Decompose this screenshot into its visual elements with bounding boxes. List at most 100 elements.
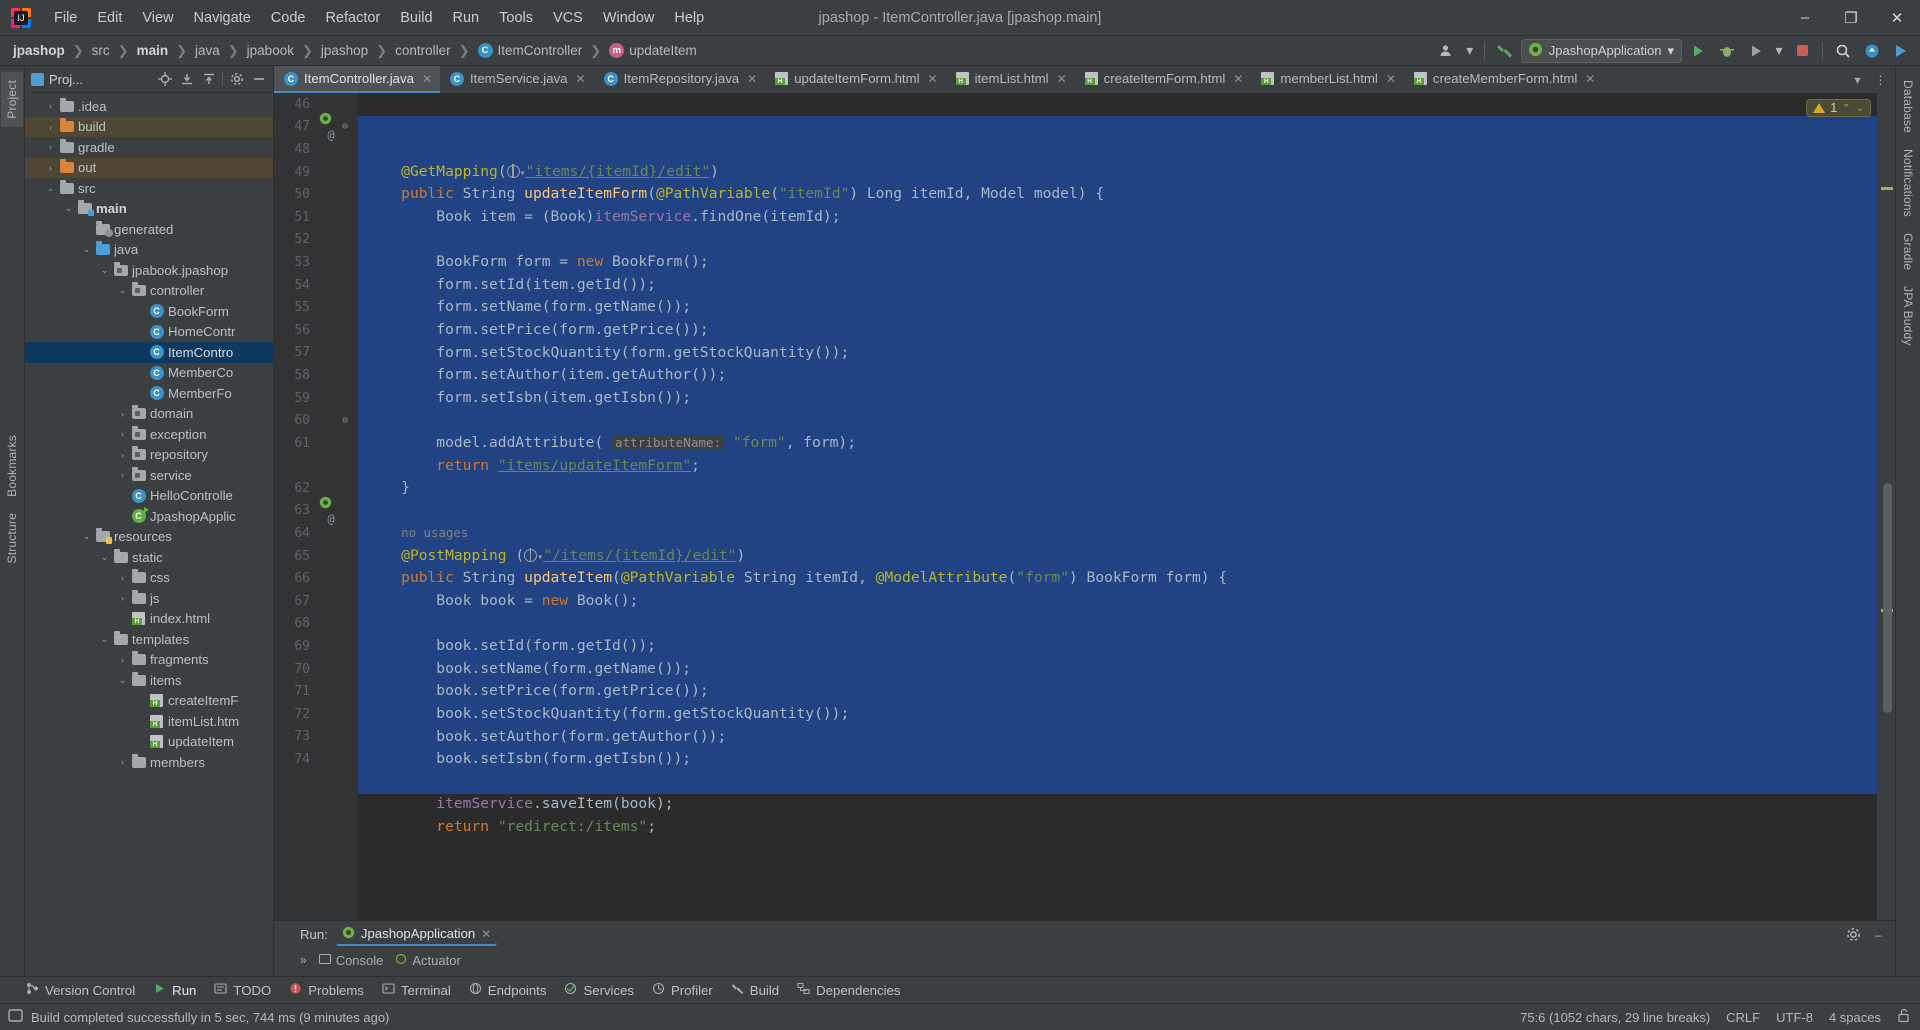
run-subtab-actuator[interactable]: Actuator — [395, 953, 461, 968]
menu-help[interactable]: Help — [664, 6, 714, 30]
expand-all-icon[interactable] — [198, 69, 219, 90]
code-line[interactable]: @PostMapping (▾"/items/{itemId}/edit") — [366, 545, 1877, 568]
chevron-right-icon[interactable]: › — [115, 409, 130, 419]
menu-view[interactable]: View — [132, 6, 183, 30]
chevron-right-icon[interactable]: › — [133, 368, 148, 378]
locate-icon[interactable] — [154, 69, 175, 90]
code-line[interactable] — [366, 409, 1877, 432]
maximize-button[interactable]: ❐ — [1828, 0, 1874, 36]
tree-node[interactable]: › itemList.htm — [25, 711, 273, 732]
gutter-line[interactable]: 66 — [274, 567, 358, 590]
code-line[interactable]: book.setPrice(form.getPrice()); — [366, 680, 1877, 703]
gutter-line[interactable]: 71 — [274, 680, 358, 703]
code-line[interactable] — [366, 229, 1877, 252]
code-line[interactable]: form.setAuthor(item.getAuthor()); — [366, 364, 1877, 387]
tool-rail-database[interactable]: Database — [1897, 72, 1919, 141]
tool-window-profiler[interactable]: Profiler — [652, 982, 713, 998]
close-tab-icon[interactable]: ✕ — [422, 72, 432, 86]
gutter-line[interactable]: 57 — [274, 342, 358, 365]
breadcrumb-item-itemcontroller[interactable]: C ItemController — [475, 41, 586, 60]
chevron-down-icon[interactable]: ▾ — [1463, 39, 1477, 63]
tree-node[interactable]: › service — [25, 465, 273, 486]
project-tree[interactable]: ›.idea›build›gradle›out⌄src⌄main›generat… — [25, 93, 273, 976]
tool-window-todo[interactable]: TODO — [214, 982, 271, 998]
close-tab-icon[interactable]: ✕ — [576, 72, 586, 86]
debug-icon[interactable] — [1714, 39, 1740, 63]
tree-node[interactable]: › exception — [25, 424, 273, 445]
chevron-right-icon[interactable]: › — [115, 429, 130, 439]
tree-node[interactable]: ⌄ jpabook.jpashop — [25, 260, 273, 281]
breadcrumb-item-controller[interactable]: controller — [392, 41, 454, 60]
chevron-right-icon[interactable]: › — [115, 491, 130, 501]
gutter-line[interactable]: 56 — [274, 319, 358, 342]
chevron-down-icon[interactable]: ⌄ — [97, 552, 112, 563]
gutter-line[interactable]: 70 — [274, 658, 358, 681]
tool-window-version-control[interactable]: Version Control — [26, 982, 135, 998]
chevron-up-icon[interactable]: ⌃ — [1842, 103, 1850, 114]
editor-scrollbar[interactable] — [1883, 483, 1892, 713]
hide-panel-icon[interactable]: – — [1868, 924, 1889, 945]
close-tab-icon[interactable]: ✕ — [1057, 72, 1067, 86]
tree-node[interactable]: ›CJpashopApplic — [25, 506, 273, 527]
chevron-right-icon[interactable]: › — [115, 573, 130, 583]
code-content[interactable]: @GetMapping(▾"items/{itemId}/edit") publ… — [358, 93, 1877, 920]
tree-node[interactable]: › .idea — [25, 96, 273, 117]
chevron-down-icon[interactable]: ⌄ — [97, 634, 112, 645]
unlock-icon[interactable] — [1897, 1008, 1910, 1026]
warning-marker[interactable] — [1881, 187, 1893, 190]
code-line[interactable] — [366, 771, 1877, 794]
breadcrumb-item-src[interactable]: src — [89, 41, 113, 60]
chevron-down-icon[interactable]: ⌄ — [79, 244, 94, 255]
code-line[interactable]: BookForm form = new BookForm(); — [366, 251, 1877, 274]
tool-window-dependencies[interactable]: Dependencies — [797, 982, 900, 998]
chevron-down-icon[interactable]: ⌄ — [79, 531, 94, 542]
code-line[interactable]: form.setId(item.getId()); — [366, 274, 1877, 297]
annotation-gutter-icon[interactable]: @ — [327, 512, 334, 526]
run-with-coverage-icon[interactable] — [1743, 39, 1769, 63]
close-icon[interactable]: ✕ — [481, 927, 491, 941]
chevron-down-icon[interactable]: ⌄ — [115, 675, 130, 686]
inspection-widget[interactable]: 1 ⌃ ⌄ — [1806, 99, 1871, 117]
memory-indicator[interactable] — [8, 1008, 23, 1026]
gutter-line[interactable]: 55 — [274, 296, 358, 319]
code-line[interactable]: book.setAuthor(form.getAuthor()); — [366, 726, 1877, 749]
chevron-right-icon[interactable]: › — [115, 470, 130, 480]
gutter-line[interactable]: 47 @ ⊖ — [274, 112, 358, 142]
tool-window-build[interactable]: Build — [731, 982, 779, 998]
tree-node[interactable]: › build — [25, 116, 273, 137]
breadcrumb-item-jpabook[interactable]: jpabook — [244, 41, 297, 60]
gutter-line[interactable]: 54 — [274, 274, 358, 297]
search-icon[interactable] — [1830, 39, 1856, 63]
chevron-down-icon[interactable]: ⌄ — [43, 183, 58, 194]
menu-code[interactable]: Code — [261, 6, 316, 30]
chevron-right-icon[interactable]: › — [115, 655, 130, 665]
gutter-line[interactable]: 63 @ — [274, 496, 358, 526]
chevron-right-icon[interactable]: › — [133, 327, 148, 337]
code-line[interactable] — [366, 613, 1877, 636]
tool-rail-gradle[interactable]: Gradle — [1897, 225, 1919, 278]
build-hammer-icon[interactable] — [1492, 39, 1518, 63]
chevron-right-icon[interactable]: › — [115, 593, 130, 603]
annotation-gutter-icon[interactable]: @ — [327, 128, 334, 142]
run-configuration-selector[interactable]: JpashopApplication ▾ — [1520, 38, 1682, 63]
tree-node[interactable]: ⌄ main — [25, 199, 273, 220]
tree-node[interactable]: › updateItem — [25, 732, 273, 753]
tree-node[interactable]: › repository — [25, 445, 273, 466]
chevron-right-icon[interactable]: › — [43, 101, 58, 111]
gutter-line[interactable]: 52 — [274, 229, 358, 252]
breadcrumb-item-java[interactable]: java — [192, 41, 223, 60]
close-button[interactable]: ✕ — [1874, 0, 1920, 36]
menu-vcs[interactable]: VCS — [543, 6, 593, 30]
gutter-line[interactable]: 60 ⊖ — [274, 409, 358, 432]
code-line[interactable]: book.setIsbn(form.getIsbn()); — [366, 748, 1877, 771]
gutter-line[interactable]: 53 — [274, 251, 358, 274]
tool-rail-bookmarks[interactable]: Bookmarks — [1, 427, 23, 505]
chevron-right-icon[interactable]: › — [115, 757, 130, 767]
chevron-right-icon[interactable]: › — [133, 388, 148, 398]
tree-node[interactable]: ⌄ templates — [25, 629, 273, 650]
gutter-marker[interactable]: @ — [314, 496, 336, 526]
code-line[interactable]: book.setName(form.getName()); — [366, 658, 1877, 681]
tree-node[interactable]: › css — [25, 568, 273, 589]
editor-tab-itemlist-html[interactable]: itemList.html ✕ — [946, 66, 1075, 93]
breadcrumb-item-main[interactable]: main — [134, 41, 172, 60]
